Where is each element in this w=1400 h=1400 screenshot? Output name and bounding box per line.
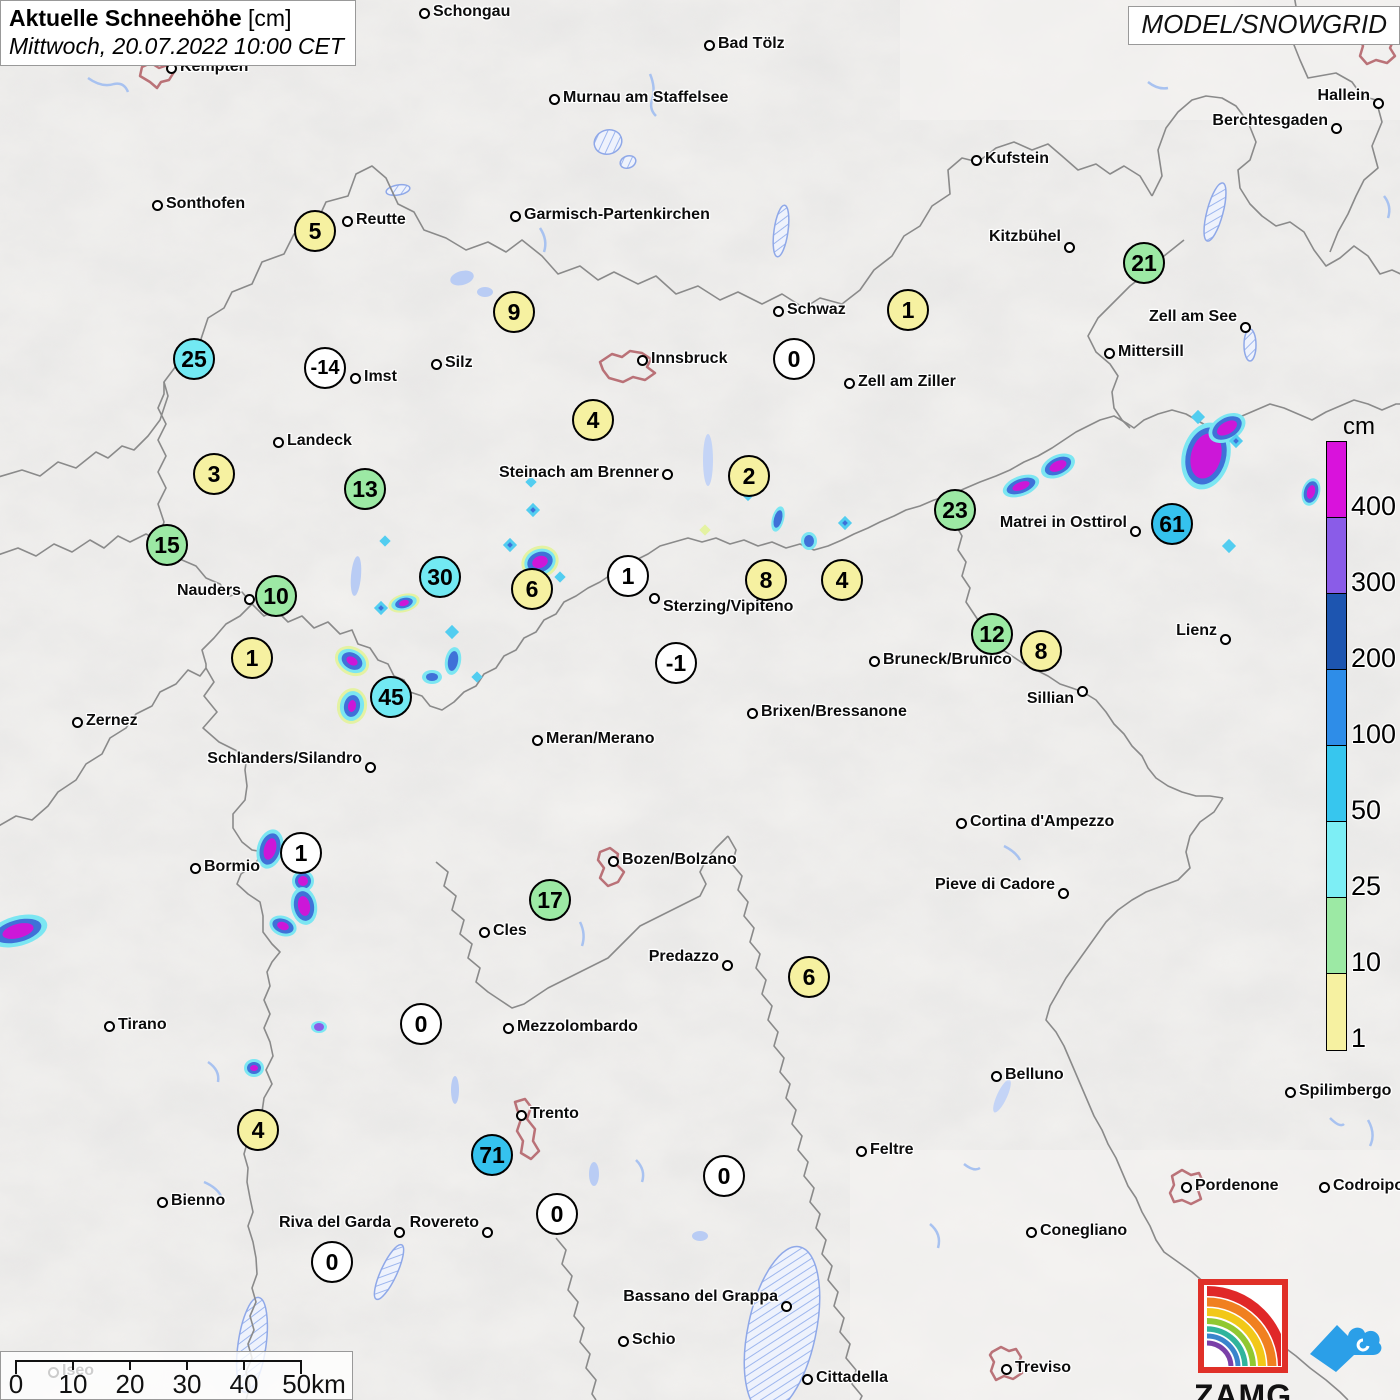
weather-cloud-mountain-icon (1302, 1308, 1386, 1379)
zamg-logo-text: ZAMG (1193, 1378, 1293, 1400)
legend-color-band-1 (1327, 974, 1346, 1050)
legend-tick-label: 300 (1351, 567, 1397, 597)
legend-tick-label: 400 (1351, 491, 1397, 521)
legend-tick-label: 50 (1351, 795, 1382, 825)
snowgrid-map: Schongau Bad Tölz Kempten Murnau am Staffel… (0, 0, 1400, 1400)
scale-bar-label: 40 (229, 1369, 259, 1399)
legend-tick-label: 200 (1351, 643, 1397, 673)
legend-tick-label: 1 (1351, 1023, 1367, 1053)
title-box: Aktuelle Schneehöhe [cm] Mittwoch, 20.07… (0, 0, 356, 67)
map-canvas (0, 0, 1400, 1400)
scale-bar-label: 0 (8, 1369, 24, 1399)
legend-color-bar (1326, 441, 1347, 1051)
scale-bar-label: 30 (172, 1369, 202, 1399)
scale-bar-label: 10 (58, 1369, 88, 1399)
map-datetime: Mittwoch, 20.07.2022 10:00 CET (9, 32, 344, 59)
legend-color-band-100 (1327, 670, 1346, 746)
legend-unit-label: cm (1343, 413, 1375, 440)
legend-tick-label: 100 (1351, 719, 1397, 749)
legend-tick-label: 10 (1351, 947, 1382, 977)
map-title-unit: [cm] (248, 5, 292, 31)
legend-color-band-200 (1327, 594, 1346, 670)
scale-bar-label: 20 (115, 1369, 145, 1399)
legend-color-band-50 (1327, 746, 1346, 822)
legend-color-band-400 (1327, 442, 1346, 518)
legend: cm 400 300 200 100 50 25 10 1 (1326, 413, 1396, 1052)
model-label: MODEL/SNOWGRID (1128, 6, 1400, 45)
legend-color-band-300 (1327, 518, 1346, 594)
zamg-logo: ZAMG (1192, 1277, 1294, 1400)
map-title: Aktuelle Schneehöhe [cm] (9, 5, 292, 31)
legend-color-band-10 (1327, 898, 1346, 974)
scale-bar-label: 50km (282, 1369, 346, 1399)
legend-tick-label: 25 (1351, 871, 1382, 901)
zamg-logo-icon (1198, 1279, 1288, 1373)
terrain-layer (0, 0, 1400, 1400)
legend-color-band-25 (1327, 822, 1346, 898)
scale-bar: 0 10 20 30 40 50km (0, 1351, 353, 1400)
scale-bar-line (15, 1360, 301, 1362)
